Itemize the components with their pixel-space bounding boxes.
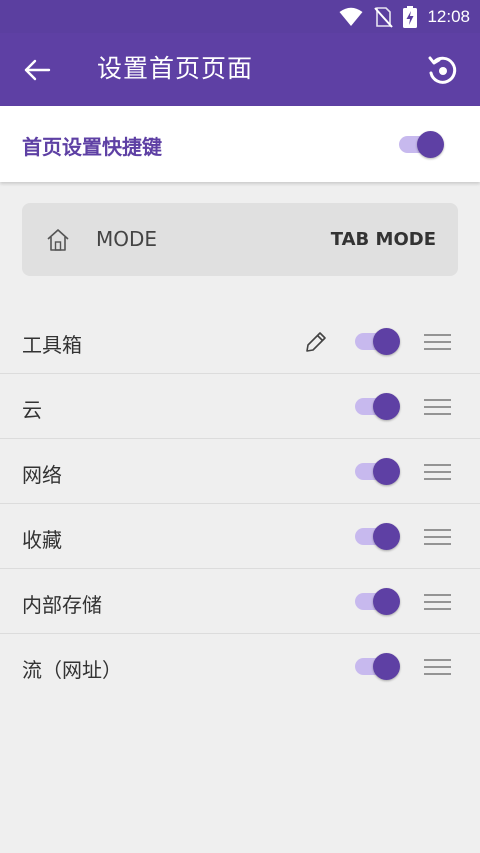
restore-button[interactable] <box>424 52 460 88</box>
list-item-label: 网络 <box>22 463 62 487</box>
battery-charging-icon <box>403 6 418 28</box>
switch-thumb <box>373 653 400 680</box>
no-sim-icon <box>374 7 394 28</box>
restore-icon <box>428 56 457 84</box>
list-item-label: 内部存储 <box>22 593 102 617</box>
list-item: 工具箱 <box>0 309 480 374</box>
list-item: 流（网址） <box>0 634 480 699</box>
status-bar: 12:08 <box>0 0 480 33</box>
mode-label: MODE <box>96 227 158 251</box>
drag-handle-icon[interactable] <box>424 398 451 416</box>
mode-selector[interactable]: MODE TAB MODE <box>22 203 458 276</box>
item-toggle[interactable] <box>353 391 403 421</box>
list-item-label: 收藏 <box>22 528 62 552</box>
item-toggle[interactable] <box>353 456 403 486</box>
list-item: 网络 <box>0 439 480 504</box>
drag-handle-icon[interactable] <box>424 333 451 351</box>
list-item-label: 云 <box>22 398 42 422</box>
home-icon <box>47 229 69 251</box>
switch-thumb <box>373 588 400 615</box>
drag-handle-icon[interactable] <box>424 593 451 611</box>
pencil-icon[interactable] <box>302 328 330 356</box>
switch-thumb <box>373 523 400 550</box>
list-item: 云 <box>0 374 480 439</box>
status-icons: 12:08 <box>339 4 470 30</box>
mode-value: TAB MODE <box>330 229 436 250</box>
switch-thumb <box>373 393 400 420</box>
item-toggle[interactable] <box>353 586 403 616</box>
list-item: 内部存储 <box>0 569 480 634</box>
arrow-left-icon <box>24 59 51 81</box>
shortcut-card: 首页设置快捷键 <box>0 106 480 182</box>
status-time: 12:08 <box>427 7 470 26</box>
switch-thumb <box>373 458 400 485</box>
switch-thumb <box>417 131 444 158</box>
home-items-list: 工具箱 云 网络 收藏 内部存储 流（网址） <box>0 309 480 699</box>
shortcut-label: 首页设置快捷键 <box>22 135 162 159</box>
back-button[interactable] <box>20 53 54 87</box>
drag-handle-icon[interactable] <box>424 528 451 546</box>
list-item: 收藏 <box>0 504 480 569</box>
switch-thumb <box>373 328 400 355</box>
drag-handle-icon[interactable] <box>424 463 451 481</box>
wifi-icon <box>339 7 363 26</box>
shortcut-toggle[interactable] <box>397 129 447 159</box>
list-item-label: 流（网址） <box>22 658 122 682</box>
page-title: 设置首页页面 <box>97 54 254 83</box>
list-item-label: 工具箱 <box>22 333 82 357</box>
item-toggle[interactable] <box>353 326 403 356</box>
item-toggle[interactable] <box>353 651 403 681</box>
item-toggle[interactable] <box>353 521 403 551</box>
drag-handle-icon[interactable] <box>424 658 451 676</box>
app-bar: 设置首页页面 <box>0 33 480 106</box>
